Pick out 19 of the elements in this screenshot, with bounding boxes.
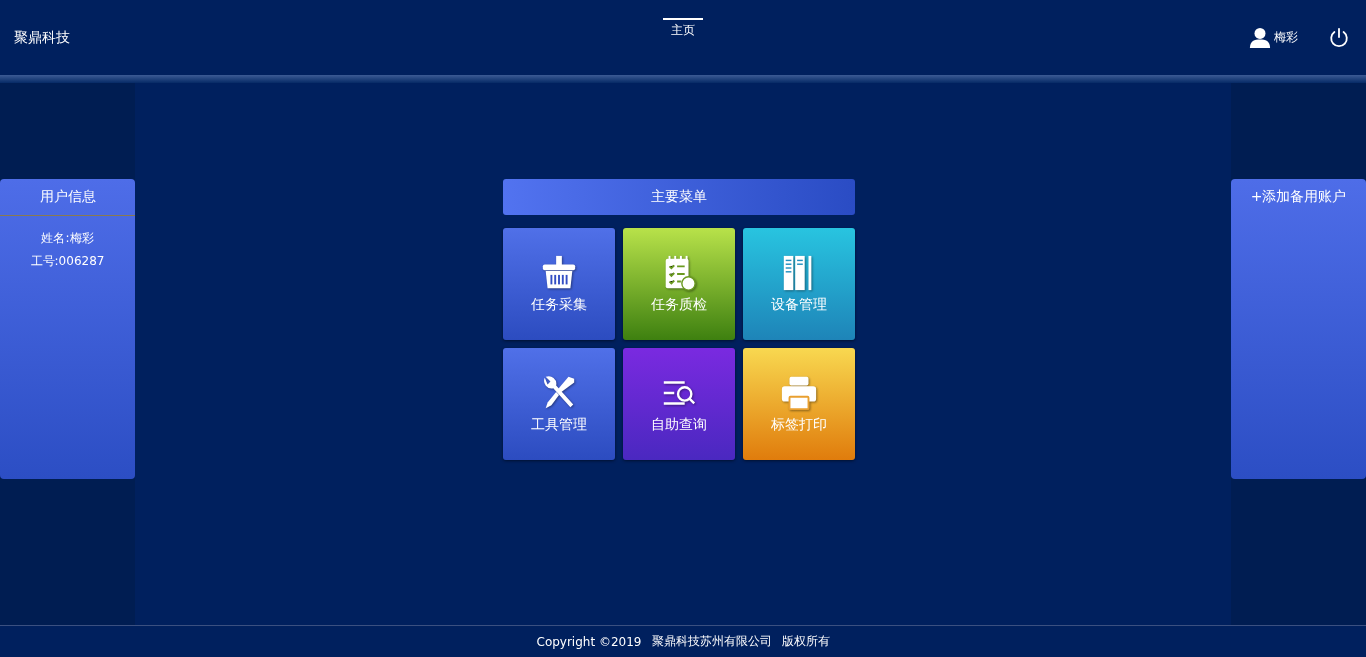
menu-tile[interactable]: 任务质检: [623, 228, 735, 340]
menu-title-bar: 主要菜单: [503, 179, 855, 215]
brand-name: 聚鼎科技: [14, 28, 71, 47]
user-info-text: 姓名:梅彩: [41, 230, 94, 247]
user-icon[interactable]: [1249, 26, 1271, 49]
printer-icon: [780, 374, 818, 412]
menu-tile[interactable]: 设备管理: [743, 228, 855, 340]
footer-text: Copyright ©2019: [536, 634, 642, 649]
nav-tab[interactable]: 主页: [663, 18, 703, 40]
user-info-text: 工号:006287: [30, 253, 105, 270]
menu-tile[interactable]: 工具管理: [503, 348, 615, 460]
menu-tile[interactable]: 自助查询: [623, 348, 735, 460]
add-account-link[interactable]: +添加备用账户: [1231, 179, 1366, 215]
footer-text: 聚鼎科技苏州有限公司: [651, 633, 772, 650]
power-icon[interactable]: [1328, 26, 1350, 49]
panel-title: 用户信息: [0, 179, 135, 216]
user-name[interactable]: 梅彩: [1274, 29, 1298, 46]
footer-text: 版权所有: [781, 633, 830, 650]
menu-tile[interactable]: 任务采集: [503, 228, 615, 340]
